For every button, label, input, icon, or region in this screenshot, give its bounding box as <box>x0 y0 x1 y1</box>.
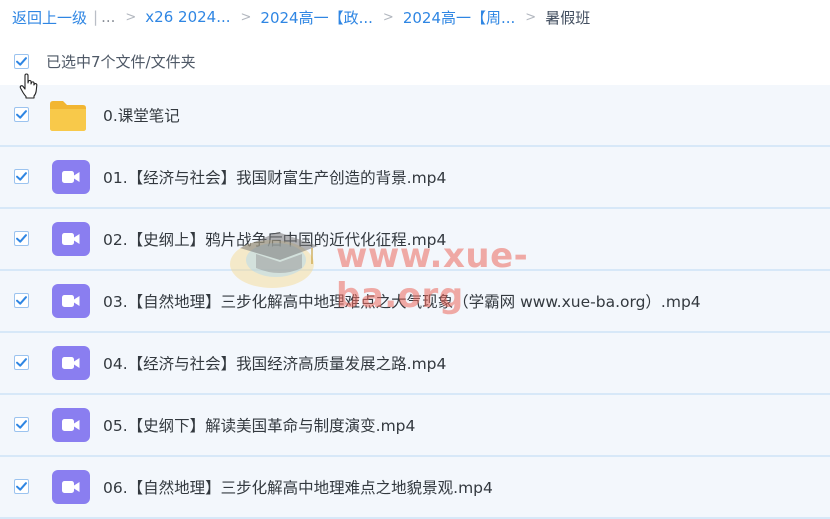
check-icon <box>16 110 27 119</box>
file-list: 0.课堂笔记 01.【经济与社会】我国财富生产创造的背景.mp4 02.【史纲上… <box>0 85 830 519</box>
video-icon <box>52 222 90 256</box>
row-checkbox[interactable] <box>14 107 29 122</box>
chevron-right-icon: > <box>125 9 137 25</box>
row-checkbox[interactable] <box>14 231 29 246</box>
check-icon <box>16 296 27 305</box>
select-all-checkbox[interactable] <box>14 53 29 69</box>
file-row[interactable]: 04.【经济与社会】我国经济高质量发展之路.mp4 <box>0 333 830 395</box>
breadcrumb: 返回上一级 | ... > x26 2024... > 2024高一【政... … <box>12 0 827 34</box>
check-icon <box>16 358 27 367</box>
file-name[interactable]: 0.课堂笔记 <box>103 85 180 145</box>
file-name[interactable]: 02.【史纲上】鸦片战争后中国的近代化征程.mp4 <box>103 209 446 269</box>
selection-count-label: 已选中7个文件/文件夹 <box>46 52 196 71</box>
video-icon <box>52 470 90 504</box>
back-link[interactable]: 返回上一级 <box>12 7 87 28</box>
file-name[interactable]: 04.【经济与社会】我国经济高质量发展之路.mp4 <box>103 333 446 393</box>
breadcrumb-item[interactable]: 2024高一【政... <box>260 7 372 28</box>
folder-icon <box>49 98 87 132</box>
chevron-right-icon: > <box>240 9 252 25</box>
breadcrumb-current: 暑假班 <box>545 8 591 27</box>
breadcrumb-item[interactable]: x26 2024... <box>145 8 230 26</box>
row-checkbox[interactable] <box>14 355 29 370</box>
row-checkbox[interactable] <box>14 417 29 432</box>
video-icon <box>52 408 90 442</box>
file-name[interactable]: 05.【史纲下】解读美国革命与制度演变.mp4 <box>103 395 415 455</box>
check-icon <box>16 172 27 181</box>
check-icon <box>16 420 27 429</box>
video-icon <box>52 346 90 380</box>
file-name[interactable]: 06.【自然地理】三步化解高中地理难点之地貌景观.mp4 <box>103 457 493 517</box>
check-icon <box>16 482 27 491</box>
file-name[interactable]: 01.【经济与社会】我国财富生产创造的背景.mp4 <box>103 147 446 207</box>
file-row[interactable]: 01.【经济与社会】我国财富生产创造的背景.mp4 <box>0 147 830 209</box>
row-checkbox[interactable] <box>14 479 29 494</box>
file-row[interactable]: 03.【自然地理】三步化解高中地理难点之大气现象（学霸网 www.xue-ba.… <box>0 271 830 333</box>
file-row[interactable]: 02.【史纲上】鸦片战争后中国的近代化征程.mp4 <box>0 209 830 271</box>
file-row[interactable]: 05.【史纲下】解读美国革命与制度演变.mp4 <box>0 395 830 457</box>
file-row[interactable]: 06.【自然地理】三步化解高中地理难点之地貌景观.mp4 <box>0 457 830 519</box>
row-checkbox[interactable] <box>14 169 29 184</box>
video-icon <box>52 284 90 318</box>
file-name[interactable]: 03.【自然地理】三步化解高中地理难点之大气现象（学霸网 www.xue-ba.… <box>103 271 701 331</box>
breadcrumb-divider: | <box>93 8 99 26</box>
chevron-right-icon: > <box>525 9 537 25</box>
selection-bar: 已选中7个文件/文件夹 <box>0 42 830 80</box>
breadcrumb-item[interactable]: 2024高一【周... <box>403 7 515 28</box>
check-icon <box>16 234 27 243</box>
check-icon <box>16 56 27 66</box>
video-icon <box>52 160 90 194</box>
chevron-right-icon: > <box>382 9 394 25</box>
row-checkbox[interactable] <box>14 293 29 308</box>
file-row[interactable]: 0.课堂笔记 <box>0 85 830 147</box>
breadcrumb-ellipsis[interactable]: ... <box>101 8 115 26</box>
